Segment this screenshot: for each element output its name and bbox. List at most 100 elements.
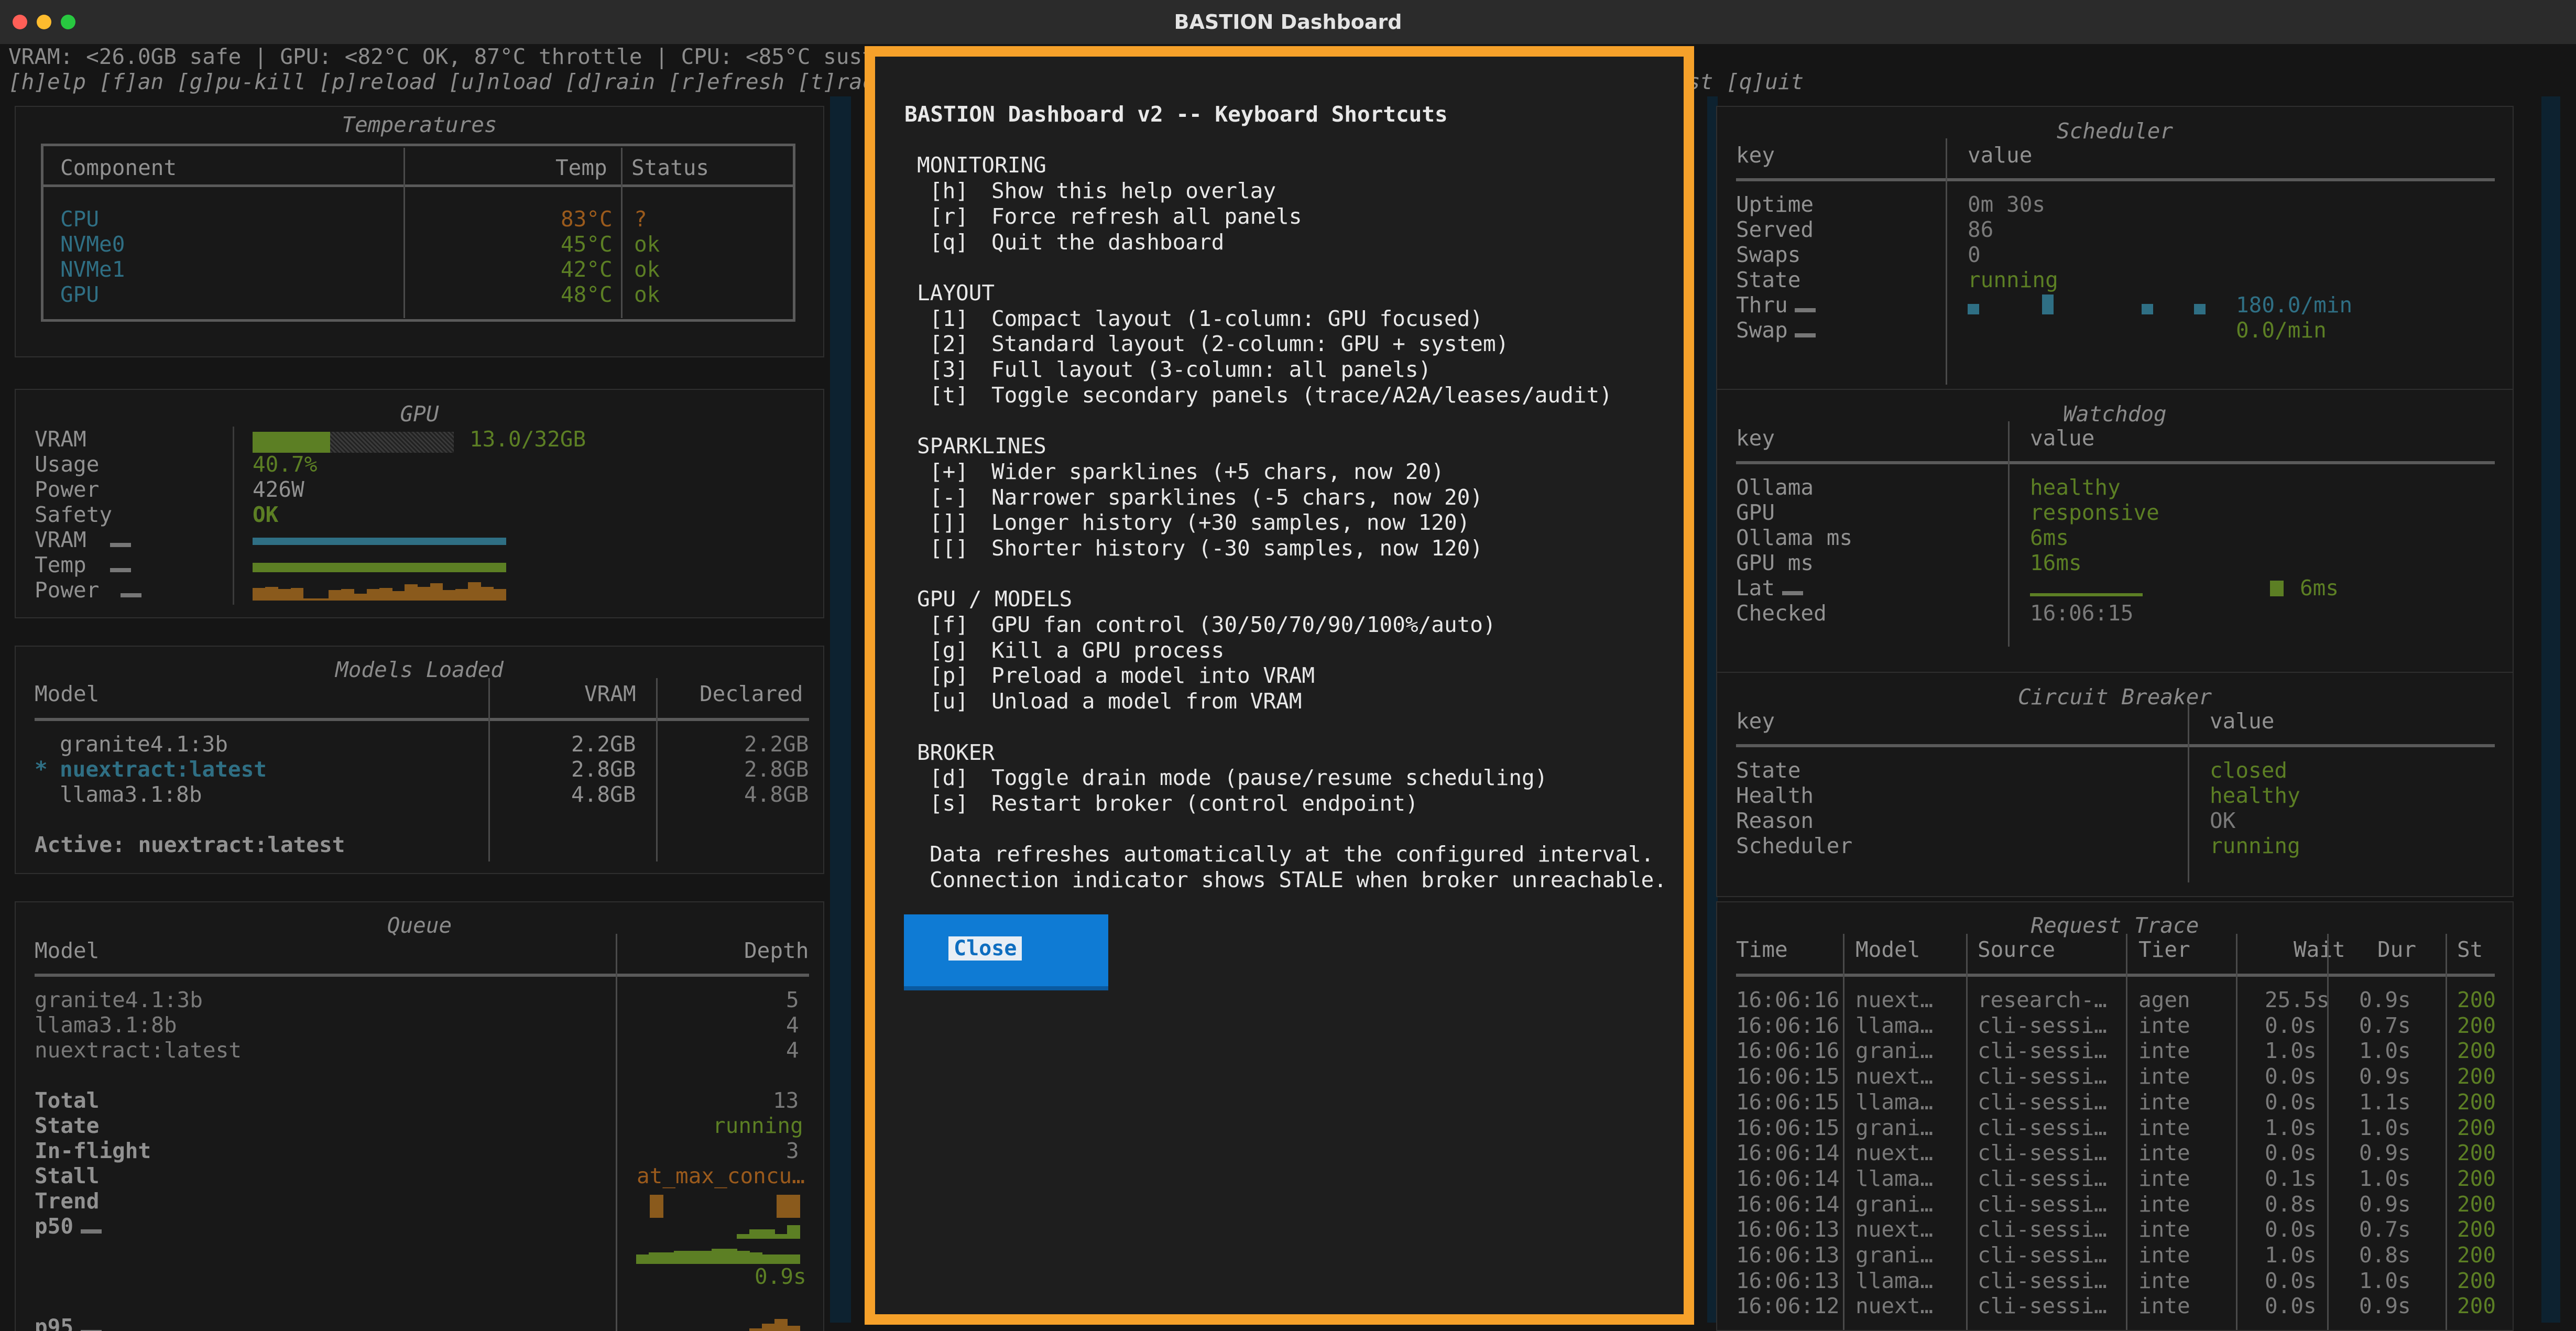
latency-spark-bar — [2270, 581, 2284, 596]
breaker-key: Scheduler — [1736, 833, 1853, 858]
trace-cell: 0.1s — [2265, 1165, 2317, 1191]
panel-title: Circuit Breaker — [2017, 684, 2212, 710]
far-right-scrollbar[interactable] — [2541, 96, 2560, 1323]
help-shortcut-key: [g] — [930, 637, 969, 663]
trace-cell: cli-sessi… — [1978, 1268, 2107, 1293]
app-window: BASTION Dashboard VRAM: <26.0GB safe | G… — [0, 0, 2576, 1331]
queue-inflight-label: In-flight — [35, 1138, 151, 1163]
sched-key: Swaps — [1736, 242, 1801, 267]
keys-line-right: st [q]uit — [1687, 69, 1804, 94]
thru-spark-bar — [2142, 304, 2153, 314]
header-model: Model — [35, 938, 100, 963]
p50-spark-bar — [724, 1249, 737, 1264]
title-bar: BASTION Dashboard — [0, 0, 2576, 45]
trace-cell: cli-sessi… — [1978, 1293, 2107, 1319]
p50-spark-bar — [762, 1254, 775, 1264]
trace-cell: inte — [2138, 1038, 2190, 1064]
column-divider — [2236, 934, 2237, 1330]
help-shortcut-desc: Toggle secondary panels (trace/A2A/lease… — [991, 382, 1612, 408]
temp-row-temp: 83°C — [561, 206, 613, 232]
trace-cell: 1.0s — [2265, 1115, 2317, 1140]
p50-spark-bar — [649, 1252, 662, 1264]
left-scrollbar[interactable] — [830, 96, 851, 1323]
trace-cell: 16:06:13 — [1736, 1242, 1840, 1268]
p50-spark-bar — [661, 1252, 674, 1264]
trace-cell: 0.8s — [2265, 1191, 2317, 1217]
help-shortcut-key: [+] — [930, 459, 969, 484]
help-shortcut-key: [[] — [930, 535, 969, 561]
header-component: Component — [60, 155, 177, 180]
trend-bar — [650, 1195, 663, 1218]
trace-cell: 200 — [2457, 1217, 2496, 1242]
temp-row-status: ? — [634, 206, 647, 232]
trace-cell: 0.9s — [2359, 1293, 2411, 1319]
help-footer-line: Connection indicator shows STALE when br… — [930, 867, 1667, 892]
column-divider — [403, 148, 405, 318]
table-rule — [35, 718, 809, 721]
gpu-power-label: Power — [35, 477, 100, 502]
help-shortcut-key: []] — [930, 510, 969, 536]
column-divider — [616, 934, 617, 1331]
trace-cell: 1.0s — [2359, 1115, 2411, 1140]
trace-cell: grani… — [1855, 1038, 1934, 1064]
help-shortcut-desc: Restart broker (control endpoint) — [991, 790, 1418, 816]
p50-spark-bar — [787, 1225, 800, 1239]
close-button[interactable]: Close — [904, 914, 1108, 990]
p95-sparkline — [636, 1316, 800, 1331]
trace-header: St — [2457, 937, 2483, 962]
model-name: nuextract:latest — [60, 757, 267, 782]
gpu-vram-value: 13.0/32GB — [470, 427, 586, 452]
trace-cell: inte — [2138, 1012, 2190, 1038]
gpu-panel: GPU VRAM 13.0/32GB Usage 40.7% Power 426… — [15, 389, 824, 618]
gpu-vram-label: VRAM — [35, 427, 86, 452]
trace-cell: cli-sessi… — [1978, 1191, 2107, 1217]
header-status: Status — [631, 155, 710, 180]
column-divider — [1966, 934, 1968, 1330]
header-value: value — [2030, 426, 2095, 451]
p50-spark-bar — [762, 1229, 775, 1239]
p50-spark-bar — [774, 1234, 788, 1239]
temp-row-temp: 48°C — [561, 282, 613, 307]
panel-title: Models Loaded — [335, 657, 504, 682]
power-spark-bar — [468, 582, 482, 601]
help-shortcut-desc: Force refresh all panels — [991, 203, 1302, 229]
model-declared: 2.8GB — [744, 757, 809, 782]
header-value: value — [1968, 143, 2033, 168]
p50-spark-bar — [636, 1254, 649, 1264]
model-declared: 2.2GB — [744, 732, 809, 757]
trace-cell: 0.9s — [2359, 1064, 2411, 1089]
trace-cell: 16:06:16 — [1736, 987, 1840, 1012]
column-divider — [2188, 704, 2189, 882]
trace-cell: 200 — [2457, 1089, 2496, 1115]
sched-value: 0m 30s — [1968, 192, 2046, 217]
help-modal-body: BASTION Dashboard v2 -- Keyboard Shortcu… — [875, 57, 1684, 1314]
queue-p50-label: p50 — [35, 1214, 74, 1239]
watchdog-key: Ollama ms — [1736, 525, 1853, 550]
table-rule — [35, 974, 809, 977]
column-divider — [2008, 421, 2010, 647]
help-shortcut-key: [-] — [930, 484, 969, 510]
spark-icon — [110, 543, 131, 547]
spark-icon — [81, 1229, 102, 1234]
trace-header: Source — [1978, 937, 2056, 962]
help-shortcut-key: [2] — [930, 331, 969, 357]
trace-cell: 0.7s — [2359, 1217, 2411, 1242]
temperatures-panel: Temperatures Component Temp Status CPU 8… — [15, 106, 824, 357]
trace-cell: inte — [2138, 1242, 2190, 1268]
table-rule — [1736, 178, 2495, 181]
help-shortcut-key: [3] — [930, 357, 969, 382]
trace-cell: 1.0s — [2265, 1242, 2317, 1268]
gpu-usage-label: Usage — [35, 452, 100, 477]
trace-cell: cli-sessi… — [1978, 1140, 2107, 1166]
trace-cell: 1.0s — [2359, 1165, 2411, 1191]
thru-spark-bar — [2194, 304, 2206, 314]
trace-header: Dur — [2377, 937, 2417, 962]
trace-cell: nuext… — [1855, 987, 1934, 1012]
breaker-value: OK — [2210, 808, 2236, 833]
trace-header: Time — [1736, 937, 1788, 962]
queue-depth: 4 — [786, 1012, 799, 1038]
model-vram: 2.8GB — [571, 757, 636, 782]
vram-bar-fill — [253, 432, 330, 453]
trace-cell: 16:06:16 — [1736, 1012, 1840, 1038]
trace-cell: 200 — [2457, 1242, 2496, 1268]
